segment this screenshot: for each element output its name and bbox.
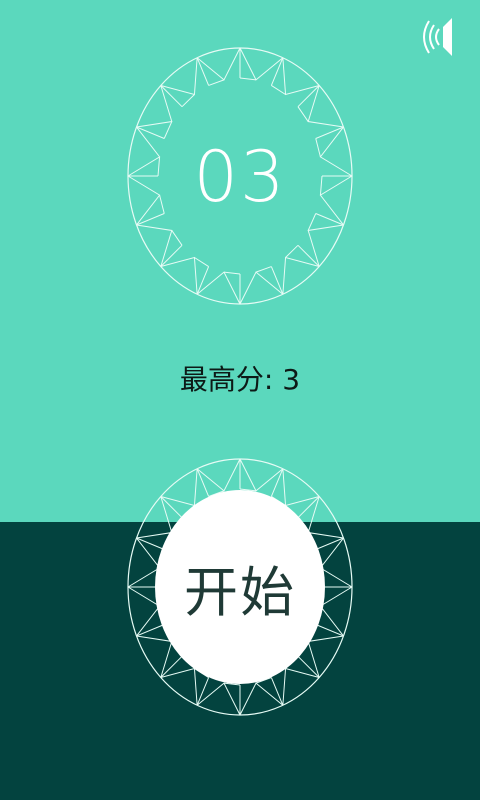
current-score: 03 (193, 136, 287, 218)
speaker-icon (418, 12, 468, 62)
start-button-label: 开始 (184, 560, 296, 624)
best-score-label: 最高分 (179, 363, 264, 396)
best-score-row: 最高分: 3 (100, 360, 380, 400)
start-button[interactable]: 开始 (155, 490, 325, 684)
best-score-separator: : (263, 363, 283, 396)
sound-toggle-button[interactable] (418, 12, 468, 62)
best-score-value: 3 (282, 363, 301, 396)
game-screen: 03 最高分: 3 开始 (0, 0, 480, 800)
